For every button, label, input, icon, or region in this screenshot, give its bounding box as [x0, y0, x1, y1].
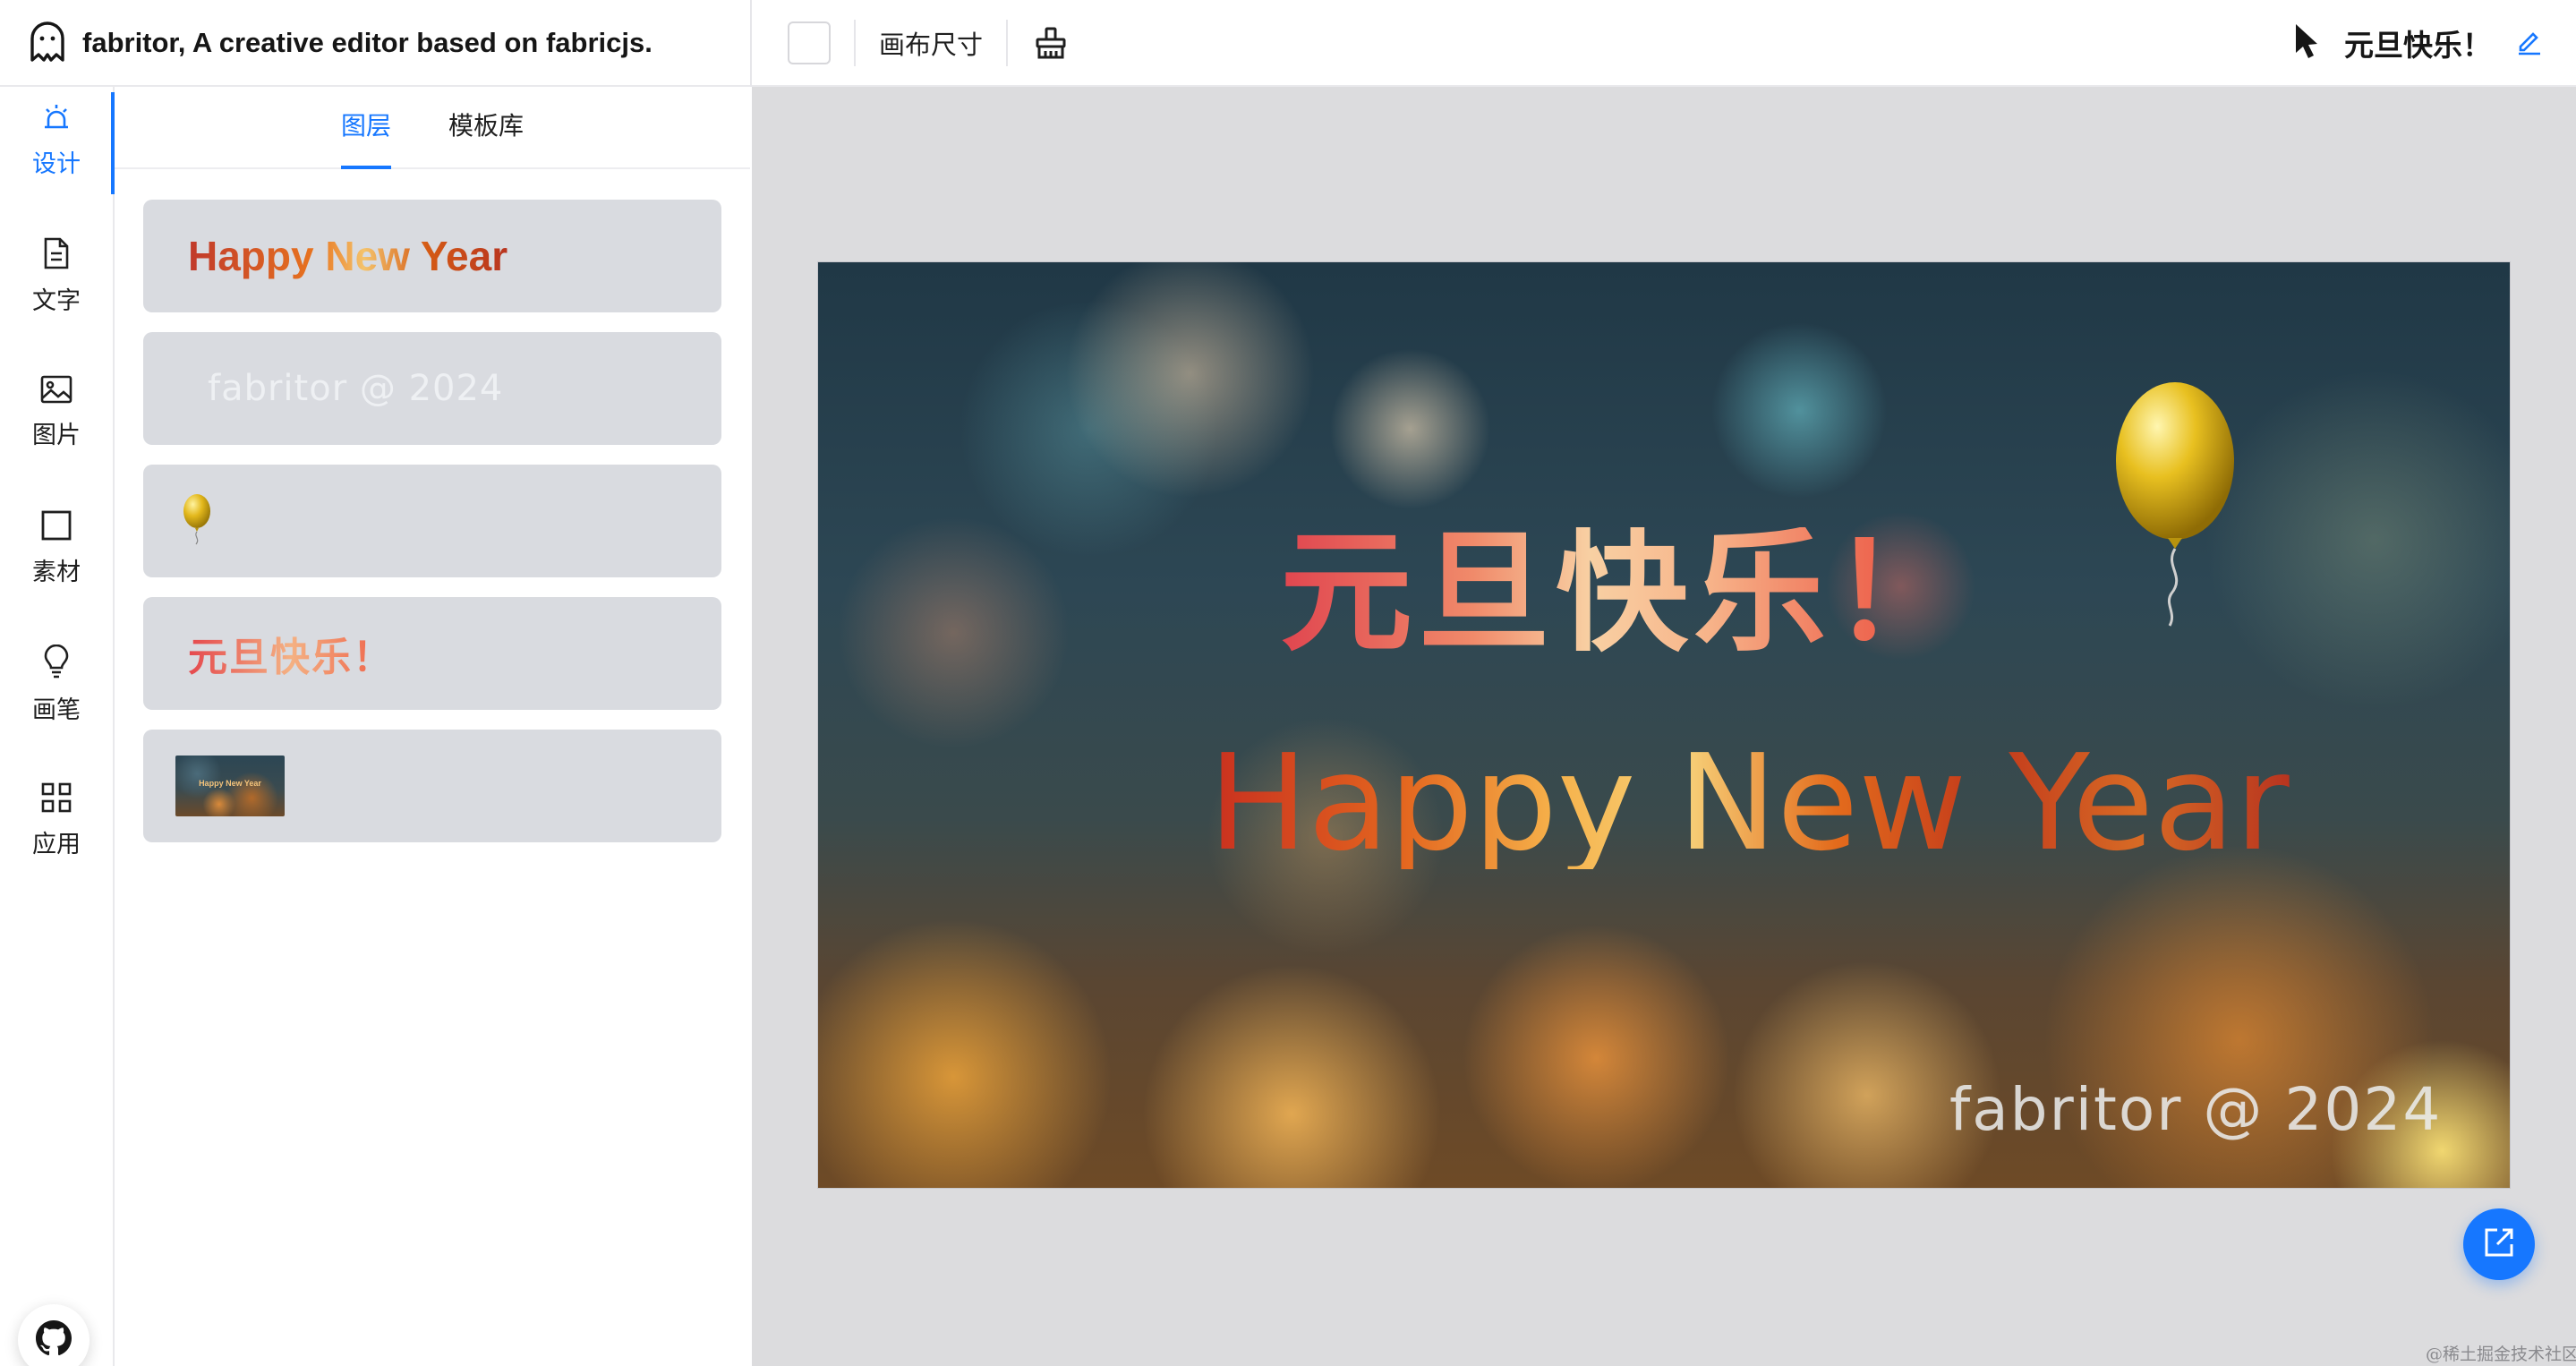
rail-item-label: 应用: [32, 831, 81, 858]
rail-item-label: 文字: [32, 287, 81, 314]
rail-item-image[interactable]: 图片: [0, 359, 113, 466]
square-shape-icon: [41, 510, 72, 545]
layer-item-balloon[interactable]: [143, 465, 721, 577]
panel-tabs: 图层 模板库: [115, 87, 750, 169]
left-nav-rail: 设计 文字 图片 素材 画笔 应用: [0, 87, 115, 1366]
export-button[interactable]: [2463, 1208, 2535, 1280]
layer-list: Happy New Year fabritor @ 2024 元旦快乐！ Hap…: [143, 200, 721, 862]
design-canvas[interactable]: 元旦快乐！ Happy New Year fabritor @ 2024: [818, 262, 2510, 1188]
canvas-title-en[interactable]: Happy New Year: [1208, 737, 2290, 869]
clear-brush-icon[interactable]: [1031, 23, 1070, 63]
brand: fabritor, A creative editor based on fab…: [29, 0, 653, 86]
layer-item-signature[interactable]: fabritor @ 2024: [143, 332, 721, 445]
rail-item-text[interactable]: 文字: [0, 223, 113, 330]
export-share-icon: [2483, 1226, 2515, 1263]
background-thumbnail: Happy New Year: [175, 756, 285, 816]
apps-grid-icon: [41, 782, 72, 817]
toolbar-separator: [1006, 20, 1009, 66]
tab-layers[interactable]: 图层: [340, 107, 392, 169]
layer-item-happy-new-year[interactable]: Happy New Year: [143, 200, 721, 312]
rail-item-label: 设计: [32, 150, 81, 177]
rail-item-label: 图片: [32, 422, 81, 448]
thumbnail-text: Happy New Year: [199, 779, 261, 788]
watermark: @稀土掘金技术社区: [2426, 1345, 2576, 1364]
layer-text: Happy New Year: [188, 233, 508, 279]
image-icon: [40, 375, 73, 408]
rail-item-label: 素材: [32, 559, 81, 585]
design-bell-icon: [41, 102, 72, 137]
cursor-arrow-icon[interactable]: [2290, 22, 2321, 64]
layer-item-cn-title[interactable]: 元旦快乐！: [143, 597, 721, 710]
rail-item-apps[interactable]: 应用: [0, 767, 113, 875]
github-icon: [36, 1319, 72, 1361]
ghost-icon: [29, 21, 66, 66]
canvas-signature[interactable]: fabritor @ 2024: [1949, 1080, 2442, 1140]
github-button[interactable]: [18, 1304, 90, 1366]
background-color-swatch[interactable]: [788, 21, 831, 64]
document-text-icon: [42, 237, 71, 274]
toolbar: 画布尺寸: [788, 0, 1070, 86]
rail-item-design[interactable]: 设计: [0, 87, 115, 194]
header-right: 元旦快乐！: [2290, 0, 2544, 86]
balloon-icon[interactable]: [2112, 379, 2238, 629]
top-header: fabritor, A creative editor based on fab…: [0, 0, 2576, 87]
tab-templates[interactable]: 模板库: [448, 107, 524, 167]
rail-item-brush[interactable]: 画笔: [0, 631, 113, 738]
rail-item-material[interactable]: 素材: [0, 495, 113, 602]
layer-item-background-image[interactable]: Happy New Year: [143, 730, 721, 842]
layers-panel: 图层 模板库 Happy New Year fabritor @ 2024 元旦…: [115, 87, 750, 1366]
app-title: fabritor, A creative editor based on fab…: [82, 27, 653, 58]
balloon-icon: [181, 493, 213, 550]
rail-item-label: 画笔: [32, 696, 81, 723]
toolbar-separator: [854, 20, 856, 66]
pencil-edit-icon[interactable]: [2515, 27, 2544, 60]
layer-text: 元旦快乐！: [188, 625, 394, 682]
lightbulb-brush-icon: [43, 644, 70, 683]
canvas-size-button[interactable]: 画布尺寸: [879, 24, 983, 62]
document-title: 元旦快乐！: [2344, 29, 2492, 62]
header-divider: [750, 0, 752, 87]
layer-text: fabritor @ 2024: [208, 368, 504, 409]
canvas-workspace: 元旦快乐！ Happy New Year fabritor @ 2024: [752, 87, 2576, 1366]
canvas-title-cn[interactable]: 元旦快乐！: [1280, 527, 1969, 660]
